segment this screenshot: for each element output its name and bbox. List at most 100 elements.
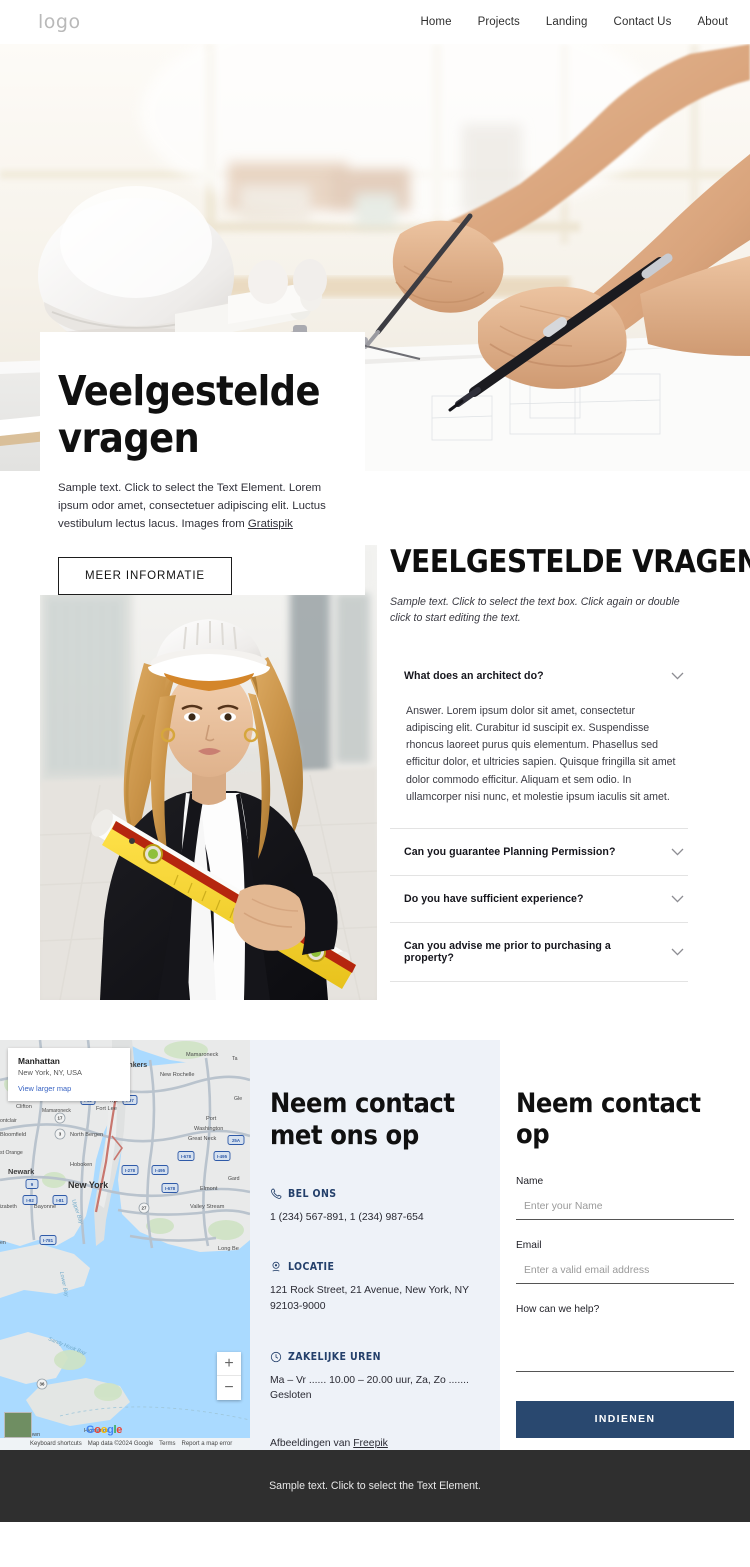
svg-text:27: 27	[142, 1206, 147, 1211]
svg-text:I-678: I-678	[181, 1154, 192, 1159]
chevron-down-icon	[671, 672, 684, 680]
svg-text:Newark: Newark	[8, 1167, 35, 1176]
nav-item-landing[interactable]: Landing	[546, 16, 588, 28]
hero-section: Veelgestelde vragen Sample text. Click t…	[0, 44, 750, 596]
svg-text:Clifton: Clifton	[16, 1104, 32, 1110]
contact-section: I-92 I-97 I-278 I-495 I-678 I-678 I-495 …	[0, 1040, 750, 1450]
meer-informatie-button[interactable]: MEER INFORMATIE	[58, 557, 232, 596]
map-place-region: New York, NY, USA	[18, 1068, 82, 1077]
svg-text:Bayonne: Bayonne	[34, 1204, 56, 1210]
chevron-down-icon	[671, 848, 684, 856]
nav-item-projects[interactable]: Projects	[478, 16, 520, 28]
google-logo: Google	[86, 1424, 123, 1436]
svg-text:New York: New York	[68, 1180, 109, 1190]
svg-text:Long Be: Long Be	[218, 1246, 239, 1252]
map-terms-link[interactable]: Terms	[159, 1441, 175, 1447]
faq-question-toggle[interactable]: What does an architect do?	[390, 653, 688, 699]
faq-question-text: Can you guarantee Planning Permission?	[404, 845, 616, 858]
svg-text:Hoboken: Hoboken	[70, 1162, 92, 1168]
contact-label-text: BEL ONS	[288, 1187, 337, 1200]
report-map-error-link[interactable]: Report a map error	[182, 1441, 233, 1447]
svg-text:Great Neck: Great Neck	[188, 1136, 216, 1142]
faq-accordion: What does an architect do? Answer. Lorem…	[390, 653, 688, 982]
contact-info-panel: Neem contact met ons op BEL ONS 1 (234) …	[250, 1040, 500, 1450]
contact-form-panel: Neem contact op Name Email How can we he…	[500, 1040, 750, 1450]
faq-heading: VEELGESTELDE VRAGEN	[390, 544, 750, 580]
google-map[interactable]: I-92 I-97 I-278 I-495 I-678 I-678 I-495 …	[0, 1040, 250, 1450]
map-attribution-bar: Keyboard shortcuts Map data ©2024 Google…	[0, 1438, 250, 1450]
zoom-out-button[interactable]: −	[217, 1376, 241, 1400]
svg-text:36: 36	[40, 1382, 45, 1387]
svg-text:I-81: I-81	[56, 1198, 64, 1203]
svg-text:New Rochelle: New Rochelle	[160, 1072, 195, 1078]
svg-text:Valley Stream: Valley Stream	[190, 1204, 225, 1210]
nav-item-home[interactable]: Home	[420, 16, 451, 28]
svg-text:I-92: I-92	[26, 1198, 34, 1203]
contact-label-text: LOCATIE	[288, 1261, 335, 1274]
contact-phone-numbers: 1 (234) 567-891, 1 (234) 987-654	[270, 1211, 424, 1223]
svg-text:Ta: Ta	[232, 1056, 238, 1062]
svg-text:Gle: Gle	[234, 1096, 242, 1102]
nav-item-about[interactable]: About	[697, 16, 728, 28]
view-larger-map-link[interactable]: View larger map	[18, 1084, 121, 1093]
svg-text:Elmont: Elmont	[200, 1186, 218, 1192]
svg-text:Mamaroneck: Mamaroneck	[186, 1052, 219, 1058]
clock-icon	[270, 1351, 282, 1363]
form-field-name: Name	[516, 1176, 734, 1220]
faq-question-toggle[interactable]: Can you advise me prior to purchasing a …	[390, 923, 688, 981]
form-field-email: Email	[516, 1240, 734, 1284]
svg-text:Gard: Gard	[228, 1176, 240, 1182]
map-info-card: Manhattan New York, NY, USA View larger …	[8, 1048, 130, 1101]
svg-text:I-495: I-495	[217, 1154, 228, 1159]
faq-item: Do you have sufficient experience?	[390, 876, 688, 923]
name-input[interactable]	[516, 1198, 734, 1220]
keyboard-shortcuts-link[interactable]: Keyboard shortcuts	[30, 1441, 82, 1447]
svg-text:25A: 25A	[232, 1138, 241, 1143]
svg-text:I-678: I-678	[165, 1186, 176, 1191]
faq-question-toggle[interactable]: Do you have sufficient experience?	[390, 876, 688, 922]
freepik-link[interactable]: Freepik	[353, 1438, 388, 1449]
svg-text:ontclair: ontclair	[0, 1118, 17, 1124]
message-label: How can we help?	[516, 1304, 600, 1315]
zoom-in-button[interactable]: +	[217, 1352, 241, 1376]
svg-text:Fort Lee: Fort Lee	[96, 1106, 117, 1112]
faq-answer-text: Answer. Lorem ipsum dolor sit amet, cons…	[406, 704, 676, 803]
contact-hours: Ma – Vr ...... 10.00 – 20.00 uur, Za, Zo…	[270, 1374, 469, 1402]
name-label: Name	[516, 1176, 544, 1187]
map-place-name: Manhattan	[18, 1056, 60, 1066]
contact-heading: Neem contact met ons op	[270, 1088, 455, 1151]
site-logo[interactable]: logo	[38, 11, 81, 33]
svg-text:Port: Port	[206, 1116, 217, 1122]
svg-text:17: 17	[58, 1116, 63, 1121]
faq-question-toggle[interactable]: Can you guarantee Planning Permission?	[390, 829, 688, 875]
contact-label-zakelijke-uren: ZAKELIJKE UREN	[270, 1351, 472, 1363]
svg-text:I-781: I-781	[43, 1238, 54, 1243]
faq-image-column	[0, 545, 390, 1000]
svg-text:North Bergen: North Bergen	[70, 1132, 103, 1138]
faq-content-column: VEELGESTELDE VRAGEN Sample text. Click t…	[390, 545, 750, 1000]
contact-label-text: ZAKELIJKE UREN	[288, 1350, 381, 1363]
map-zoom-controls: + −	[217, 1352, 241, 1400]
faq-photo-female-architect	[40, 545, 377, 1000]
main-navigation: Home Projects Landing Contact Us About	[420, 16, 728, 28]
contact-label-locatie: LOCATIE	[270, 1261, 472, 1273]
location-pin-icon	[270, 1261, 282, 1273]
site-header: logo Home Projects Landing Contact Us Ab…	[0, 0, 750, 44]
contact-block-hours: ZAKELIJKE UREN Ma – Vr ...... 10.00 – 20…	[270, 1351, 472, 1404]
svg-text:Washington: Washington	[194, 1126, 223, 1132]
gratispik-link[interactable]: Gratispik	[248, 518, 293, 530]
form-heading: Neem contact op	[516, 1088, 701, 1150]
svg-text:I-278: I-278	[125, 1168, 136, 1173]
faq-item: Can you guarantee Planning Permission?	[390, 829, 688, 876]
phone-icon	[270, 1188, 282, 1200]
chevron-down-icon	[671, 895, 684, 903]
contact-address: 121 Rock Street, 21 Avenue, New York, NY…	[270, 1285, 469, 1312]
hero-description: Sample text. Click to select the Text El…	[58, 480, 346, 533]
message-textarea[interactable]	[516, 1324, 734, 1372]
email-input[interactable]	[516, 1262, 734, 1284]
svg-text:izabeth: izabeth	[0, 1204, 17, 1210]
map-satellite-thumbnail[interactable]	[4, 1412, 32, 1438]
hero-text-card: Veelgestelde vragen Sample text. Click t…	[40, 332, 365, 596]
nav-item-contact-us[interactable]: Contact Us	[614, 16, 672, 28]
submit-button[interactable]: INDIENEN	[516, 1401, 734, 1438]
